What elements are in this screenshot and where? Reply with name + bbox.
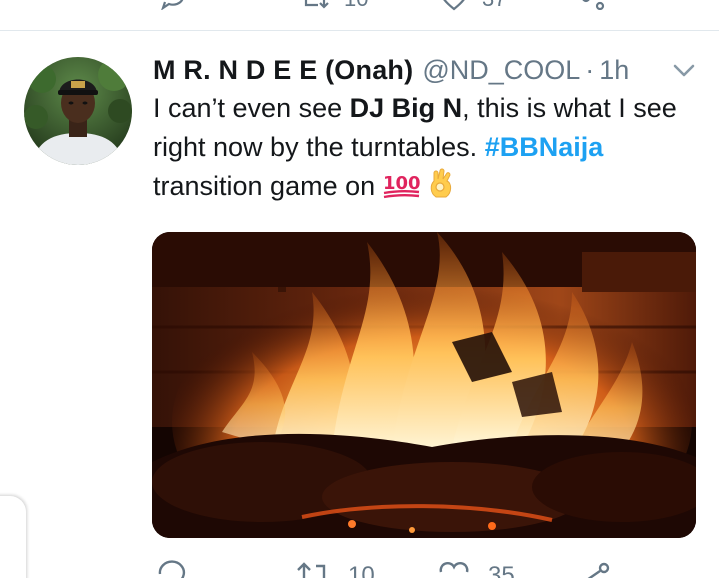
avatar-image bbox=[24, 57, 132, 165]
like-count: 35 bbox=[488, 562, 515, 578]
floating-compose-card[interactable] bbox=[0, 496, 26, 578]
like-button[interactable]: 35 bbox=[438, 560, 515, 578]
retweet-icon bbox=[304, 0, 329, 9]
like-count: 37 bbox=[482, 0, 506, 12]
mention-text: DJ Big N bbox=[349, 93, 463, 123]
heart-icon bbox=[439, 561, 469, 573]
tweet-text-part: I can’t even see bbox=[153, 93, 350, 123]
heart-icon bbox=[443, 0, 465, 11]
avatar[interactable] bbox=[24, 57, 132, 165]
reply-button[interactable] bbox=[156, 560, 206, 578]
retweet-button[interactable]: 10 bbox=[296, 560, 375, 578]
tweet-text-part: transition game on bbox=[153, 171, 383, 201]
share-button[interactable] bbox=[580, 0, 608, 10]
share-button[interactable] bbox=[580, 560, 612, 578]
reply-icon bbox=[158, 560, 186, 578]
hashtag-link[interactable]: #BBNaija bbox=[485, 132, 604, 162]
share-icon bbox=[587, 562, 610, 578]
hundred-points-icon: 100 bbox=[383, 171, 421, 210]
separator-dot: · bbox=[585, 54, 595, 85]
reply-button[interactable] bbox=[160, 0, 186, 10]
retweet-count: 10 bbox=[348, 562, 375, 578]
tweet-divider bbox=[0, 30, 719, 31]
retweet-icon bbox=[297, 562, 326, 578]
like-button[interactable]: 37 bbox=[440, 0, 506, 12]
tweet-header: M R. N D E E (Onah) @ND_COOL · 1h bbox=[153, 52, 629, 88]
reply-icon bbox=[161, 0, 184, 10]
retweet-count: 10 bbox=[344, 0, 368, 12]
retweet-button[interactable]: 10 bbox=[300, 0, 368, 12]
user-handle[interactable]: @ND_COOL bbox=[422, 55, 580, 86]
ok-hand-icon bbox=[428, 167, 456, 210]
display-name[interactable]: M R. N D E E (Onah) bbox=[153, 55, 413, 86]
previous-tweet-actions: 10 37 bbox=[0, 0, 719, 11]
fire-image bbox=[152, 232, 696, 538]
chevron-down-icon bbox=[673, 64, 695, 77]
share-icon bbox=[582, 0, 605, 10]
tweet-media-image[interactable] bbox=[152, 232, 696, 538]
tweet-timestamp[interactable]: 1h bbox=[599, 55, 629, 86]
tweet-actions: 10 35 bbox=[0, 560, 719, 578]
tweet-options-button[interactable] bbox=[671, 60, 697, 82]
tweet-text: I can’t even see DJ Big N, this is what … bbox=[153, 89, 693, 210]
